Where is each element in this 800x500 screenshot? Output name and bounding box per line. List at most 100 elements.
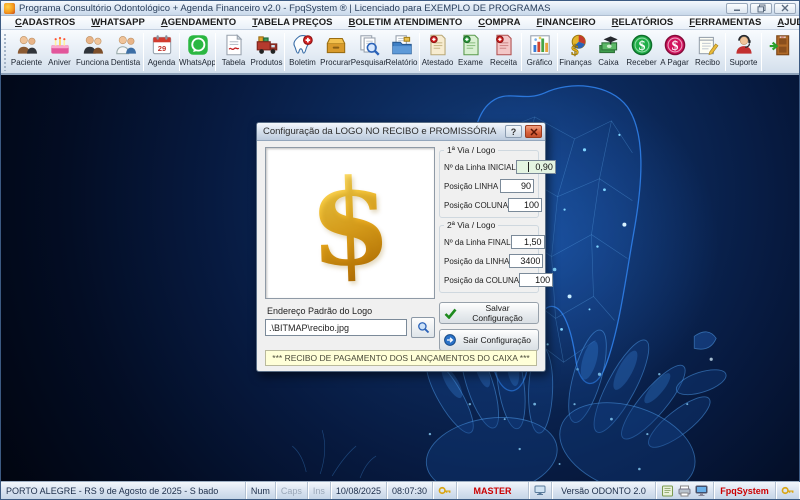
toolbar-button-grafico[interactable]: Gráfico (523, 31, 556, 67)
toolbar-button-pesquisar[interactable]: Pesquisar (352, 31, 385, 67)
status-brand: FpqSystem (714, 482, 776, 499)
window-title: Programa Consultório Odontológico + Agen… (19, 3, 726, 14)
prescription-icon (491, 32, 517, 58)
toolbar-grip (3, 33, 8, 71)
receive-icon: $ (629, 32, 655, 58)
logo-config-dialog: Configuração da LOGO NO RECIBO e PROMISS… (256, 122, 546, 372)
toolbar-button-suporte[interactable]: Suporte (727, 31, 760, 67)
posicao-coluna-input[interactable]: 100 (508, 198, 542, 212)
toolbar-button-tabela[interactable]: Tabela (217, 31, 250, 67)
restore-button[interactable] (750, 3, 772, 14)
status-date: 10/08/2025 (331, 482, 387, 499)
toolbar-button-caixa[interactable]: Caixa (592, 31, 625, 67)
status-time: 08:07:30 (387, 482, 433, 499)
toolbar-button-recibo[interactable]: Recibo (691, 31, 724, 67)
menu-compra[interactable]: COMPRA (470, 17, 528, 28)
logo-path-input[interactable]: .\BITMAP\recibo.jpg (265, 319, 407, 336)
status-key-cell (433, 482, 457, 499)
posicao-linha-label: Posição LINHA (444, 182, 498, 191)
close-button[interactable] (774, 3, 796, 14)
toolbar-button-agenda[interactable]: 29 Agenda (145, 31, 178, 67)
toolbar-separator (143, 33, 144, 71)
notebook-icon[interactable] (661, 485, 674, 497)
menu-boletim-atendimento[interactable]: BOLETIM ATENDIMENTO (340, 17, 470, 28)
toolbar-button-exame[interactable]: Exame (454, 31, 487, 67)
app-icon (4, 3, 15, 14)
dollar-logo-image: $ (307, 163, 393, 284)
linha-final-input[interactable]: 1,50 (511, 235, 545, 249)
second-via-group: 2ª Via / Logo Nº da Linha FINAL 1,50 Pos… (439, 225, 539, 293)
toolbar-button-aniver[interactable]: Aniver (43, 31, 76, 67)
posicao-linha-input[interactable]: 90 (500, 179, 534, 193)
toolbar-button-paciente[interactable]: Paciente (10, 31, 43, 67)
application-window: Programa Consultório Odontológico + Agen… (0, 0, 800, 500)
toolbar-button-receber[interactable]: $ Receber (625, 31, 658, 67)
linha-inicial-input[interactable]: 0,90 (516, 160, 556, 174)
status-bar: PORTO ALEGRE - RS 9 de Agosto de 2025 - … (1, 481, 799, 499)
exit-config-button[interactable]: Sair Configuração (439, 329, 539, 351)
menu-agendamento[interactable]: AGENDAMENTO (153, 17, 244, 28)
minimize-icon (733, 4, 741, 12)
whatsapp-icon (185, 32, 211, 58)
status-caps: Caps (276, 482, 308, 499)
exit-arrow-icon (444, 334, 456, 346)
toolbar-button-financas[interactable]: $ Finanças (559, 31, 592, 67)
toolbar-button-exit[interactable]: EXIT (763, 31, 796, 58)
menu-financeiro[interactable]: FINANCEIRO (529, 17, 604, 28)
minimize-button[interactable] (726, 3, 748, 14)
help-icon: ? (511, 127, 517, 137)
save-config-button[interactable]: Salvar Configuração (439, 302, 539, 324)
toolbar-button-whatsapp[interactable]: WhatsApp (181, 31, 214, 67)
toolbar-separator (725, 33, 726, 71)
posicao-da-coluna-input[interactable]: 100 (519, 273, 553, 287)
toolbar-separator (284, 33, 285, 71)
cashbox-icon (596, 32, 622, 58)
report-icon (389, 32, 415, 58)
status-tools-cell (656, 482, 714, 499)
toolbar-button-dentista[interactable]: Dentista (109, 31, 142, 67)
svg-text:$: $ (638, 38, 645, 53)
dentist-icon (113, 32, 139, 58)
toolbar-button-relatorio[interactable]: Relatório (385, 31, 418, 67)
dialog-title-bar[interactable]: Configuração da LOGO NO RECIBO e PROMISS… (257, 123, 545, 141)
toolbar-button-a-pagar[interactable]: $ A Pagar (658, 31, 691, 67)
status-user: MASTER (457, 482, 529, 499)
toolbar-separator (419, 33, 420, 71)
second-via-group-title: 2ª Via / Logo (444, 220, 498, 230)
menu-ajuda[interactable]: AJUDA (769, 17, 800, 28)
pay-icon: $ (662, 32, 688, 58)
dialog-help-button[interactable]: ? (505, 125, 522, 138)
dialog-close-button[interactable] (525, 125, 542, 138)
menu-ferramentas[interactable]: FERRAMENTAS (681, 17, 769, 28)
dialog-body: $ Endereço Padrão do Logo .\BITMAP\recib… (257, 141, 545, 371)
toolbar-button-boletim[interactable]: Boletim (286, 31, 319, 67)
browse-logo-button[interactable] (411, 317, 435, 338)
monitor-icon[interactable] (695, 485, 708, 497)
status-monitor-cell (529, 482, 552, 499)
patients-icon (14, 32, 40, 58)
menu-relatorios[interactable]: RELATÓRIOS (604, 17, 682, 28)
text-caret (528, 162, 529, 172)
posicao-da-linha-label: Posição da LINHA (444, 257, 509, 266)
posicao-da-coluna-label: Posição da COLUNA (444, 276, 519, 285)
posicao-da-linha-input[interactable]: 3400 (509, 254, 543, 268)
printer-icon[interactable] (678, 485, 691, 497)
menu-cadastros[interactable]: CADASTROS (7, 17, 83, 28)
toolbar: Paciente Aniver Funciona Dentista 29 Age… (1, 30, 799, 75)
toolbar-button-produtos[interactable]: Produtos (250, 31, 283, 67)
chart-icon (527, 32, 553, 58)
toolbar-button-procurar[interactable]: Procurar (319, 31, 352, 67)
svg-text:$: $ (671, 38, 678, 53)
key-icon (438, 485, 451, 496)
toolbar-button-receita[interactable]: Receita (487, 31, 520, 67)
check-icon (444, 308, 457, 319)
finances-icon: $ (563, 32, 589, 58)
exit-icon: EXIT (767, 32, 793, 58)
search-docs-icon (356, 32, 382, 58)
menu-tabela-precos[interactable]: TABELA PREÇOS (244, 17, 340, 28)
toolbar-button-funciona[interactable]: Funciona (76, 31, 109, 67)
toolbar-button-atestado[interactable]: Atestado (421, 31, 454, 67)
price-table-icon (221, 32, 247, 58)
menu-whatsapp[interactable]: WHATSAPP (83, 17, 153, 28)
products-icon (254, 32, 280, 58)
